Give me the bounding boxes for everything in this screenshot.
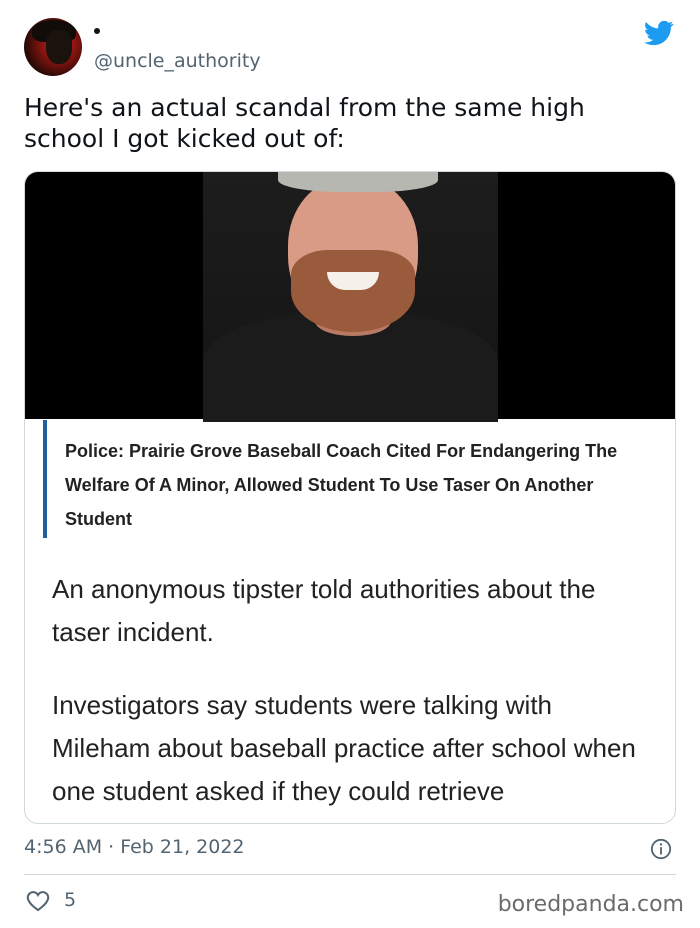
avatar[interactable] (24, 18, 82, 76)
info-icon[interactable] (650, 838, 672, 860)
photo-beard (291, 250, 415, 332)
user-handle[interactable]: @uncle_authority (94, 50, 261, 72)
article-paragraph-2: Investigators say students were talking … (52, 690, 636, 806)
tweet-timestamp[interactable]: 4:56 AM · Feb 21, 2022 (24, 836, 245, 858)
divider (24, 874, 676, 875)
tweet-header: @uncle_authority (24, 14, 676, 80)
photo-cap (278, 172, 438, 192)
tweet-text: Here's an actual scandal from the same h… (24, 93, 585, 153)
twitter-logo-icon[interactable] (642, 18, 676, 48)
article-card[interactable]: Police: Prairie Grove Baseball Coach Cit… (24, 171, 676, 824)
like-count: 5 (64, 889, 77, 911)
article-photo[interactable] (25, 172, 675, 422)
heart-icon[interactable] (26, 890, 50, 912)
display-name[interactable] (94, 28, 100, 34)
headline-quote: Police: Prairie Grove Baseball Coach Cit… (43, 420, 657, 538)
article-headline: Police: Prairie Grove Baseball Coach Cit… (65, 441, 618, 529)
article-paragraph-1: An anonymous tipster told authorities ab… (52, 574, 596, 647)
photo-subject (203, 172, 498, 422)
watermark: boredpanda.com (497, 892, 684, 917)
avatar-face (46, 30, 72, 64)
